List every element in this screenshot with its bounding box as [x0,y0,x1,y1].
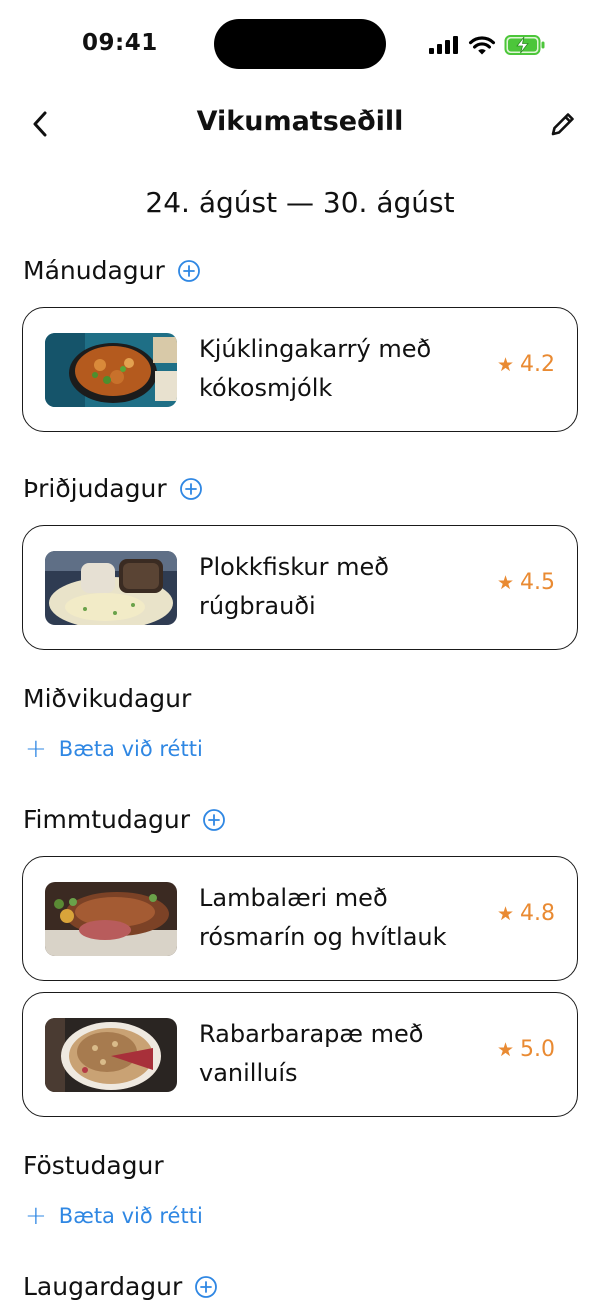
page-title: Vikumatseðill [196,106,404,137]
plus-icon: + [25,1201,47,1231]
status-icons [428,31,546,59]
dish-rating: ★ 4.2 [497,352,555,377]
rating-value: 4.8 [520,901,555,926]
cellular-signal-icon [429,36,458,54]
rating-value: 5.0 [520,1037,555,1062]
dish-card[interactable]: Rabarbarapæ með vanilluís ★ 5.0 [22,992,578,1117]
status-time: 09:41 [82,30,158,56]
day-header-saturday: Laugardagur [23,1272,218,1301]
add-circle-icon[interactable] [202,808,226,832]
add-dish-link[interactable]: + Bæta við rétti [25,736,203,762]
day-header-friday: Föstudagur [23,1151,164,1180]
day-header-thursday: Fimmtudagur [23,805,226,834]
dish-image-curry [45,333,177,407]
star-icon: ★ [496,353,514,376]
dish-image-lamb [45,882,177,956]
plus-icon: + [25,734,47,764]
day-name: Fimmtudagur [23,805,191,834]
dish-card[interactable]: Plokkfiskur með rúgbrauði ★ 4.5 [22,525,578,650]
add-circle-icon[interactable] [177,259,201,283]
day-header-monday: Mánudagur [23,256,201,285]
day-name: Miðvikudagur [23,684,192,713]
dish-rating: ★ 5.0 [497,1037,555,1062]
dynamic-island [214,19,386,69]
pencil-icon [551,113,574,136]
star-icon: ★ [496,902,514,925]
status-bar: 09:41 [0,0,600,90]
add-circle-icon[interactable] [179,477,203,501]
day-name: Föstudagur [23,1151,164,1180]
dish-rating: ★ 4.8 [497,901,555,926]
dish-name: Plokkfiskur með rúgbrauði [199,553,389,620]
day-header-wednesday: Miðvikudagur [23,684,191,713]
add-dish-link[interactable]: + Bæta við rétti [25,1203,203,1229]
day-header-tuesday: Þriðjudagur [23,474,203,503]
add-circle-icon[interactable] [194,1275,218,1299]
week-date-range: 24. ágúst — 30. ágúst [145,186,455,219]
add-dish-label: Bæta við rétti [58,1204,203,1228]
add-dish-label: Bæta við rétti [58,737,203,761]
navigation-bar: Vikumatseðill [0,100,600,150]
dish-card[interactable]: Lambalæri með rósmarín og hvítlauk ★ 4.8 [22,856,578,981]
wifi-icon [469,35,495,54]
dish-name: Rabarbarapæ með vanilluís [199,1020,424,1087]
dish-name: Kjúklingakarrý með kókosmjólk [199,335,432,402]
dish-card[interactable]: Kjúklingakarrý með kókosmjólk ★ 4.2 [22,307,578,432]
edit-button[interactable] [546,106,580,142]
rating-value: 4.2 [520,352,555,377]
day-name: Laugardagur [23,1272,183,1301]
dish-image-fish [45,551,177,625]
star-icon: ★ [496,571,514,594]
dish-rating: ★ 4.5 [497,570,555,595]
dish-name: Lambalæri með rósmarín og hvítlauk [199,884,447,951]
rating-value: 4.5 [520,570,555,595]
star-icon: ★ [496,1038,514,1061]
day-name: Mánudagur [23,256,165,285]
day-name: Þriðjudagur [23,474,167,503]
dish-image-rhubarb-pie [45,1018,177,1092]
battery-charging-icon [504,35,545,55]
